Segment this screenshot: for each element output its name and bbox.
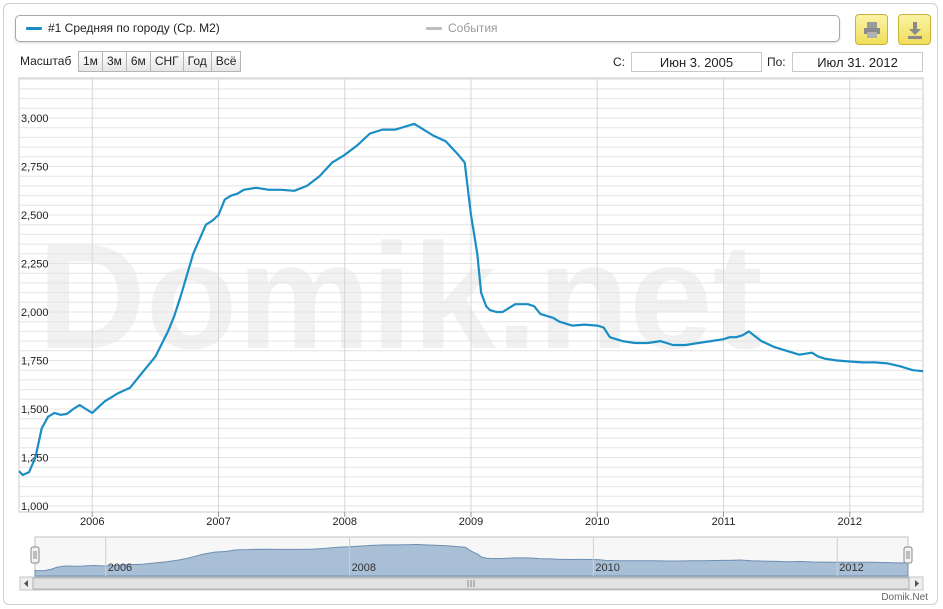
chart-svg: Domik.net 1,0001,2501,5001,7502,0002,250…	[18, 77, 928, 603]
y-tick-label: 2,250	[21, 259, 49, 271]
watermark-text: Domik.net	[37, 212, 762, 380]
x-tick-label: 2007	[206, 516, 230, 528]
y-tick-label: 3,000	[21, 113, 49, 125]
y-tick-label: 2,750	[21, 162, 49, 174]
y-tick-label: 2,500	[21, 210, 49, 222]
y-tick-label: 1,500	[21, 404, 49, 416]
navigator-label: 2012	[839, 562, 863, 574]
x-tick-label: 2009	[459, 516, 483, 528]
y-tick-label: 2,000	[21, 307, 49, 319]
x-tick-label: 2011	[712, 516, 736, 528]
y-tick-label: 1,000	[21, 501, 49, 513]
navigator-right-handle	[903, 546, 913, 564]
navigator-left-handle	[30, 546, 40, 564]
y-tick-label: 1,750	[21, 356, 49, 368]
x-tick-label: 2010	[585, 516, 609, 528]
credit-label: Domik.Net	[881, 592, 928, 603]
navigator-label: 2008	[352, 562, 376, 574]
navigator-label: 2010	[595, 562, 619, 574]
x-tick-label: 2008	[333, 516, 357, 528]
navigator-label: 2006	[108, 562, 132, 574]
x-tick-label: 2006	[80, 516, 104, 528]
x-tick-label: 2012	[838, 516, 862, 528]
